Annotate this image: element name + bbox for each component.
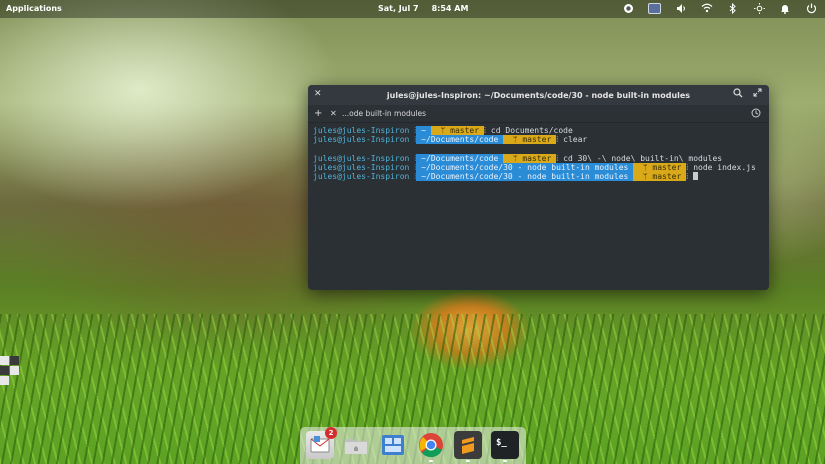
unread-badge: 2 [325, 427, 337, 439]
terminal-line: jules@jules-Inspiron ⁞ ~/Documents/code … [313, 135, 588, 145]
files-app-icon[interactable] [342, 431, 370, 459]
top-panel: Applications Sat, Jul 7 8:54 AM [0, 0, 825, 18]
mail-app-icon[interactable]: 2 [306, 427, 337, 459]
search-icon[interactable] [733, 88, 743, 101]
chrome-app-icon[interactable] [417, 431, 445, 462]
dock: 2 $_ [300, 427, 526, 464]
terminal-app-icon[interactable]: $_ [491, 431, 519, 462]
terminal-output[interactable]: jules@jules-Inspiron ⁞ ~ ᛘ master ⁞ cd D… [308, 123, 769, 184]
terminal-line: jules@jules-Inspiron ⁞ ~/Documents/code/… [313, 162, 756, 172]
tab-close-icon[interactable]: ✕ [330, 109, 338, 118]
bluetooth-icon[interactable] [727, 2, 739, 14]
tab-label[interactable]: ...ode built-in modules [342, 109, 426, 118]
terminal-line: jules@jules-Inspiron ⁞ ~/Documents/code/… [313, 171, 764, 181]
multitasking-view-icon[interactable] [379, 431, 407, 459]
sublime-text-icon[interactable] [454, 431, 482, 462]
terminal-line: jules@jules-Inspiron ⁞ ~ ᛘ master ⁞ cd D… [313, 126, 573, 135]
ubuntu-icon[interactable] [622, 2, 634, 14]
indicator-area [622, 2, 817, 14]
desktop-widget[interactable] [0, 356, 20, 390]
brightness-icon[interactable] [753, 2, 765, 14]
panel-date: Sat, Jul 7 [378, 4, 419, 13]
terminal-line: jules@jules-Inspiron ⁞ ~/Documents/code … [313, 153, 723, 163]
terminal-window[interactable]: ✕ jules@jules-Inspiron: ~/Documents/code… [308, 85, 769, 290]
tab-bar: + ✕ ...ode built-in modules [308, 105, 769, 123]
maximize-icon[interactable] [753, 88, 762, 100]
wifi-icon[interactable] [701, 2, 713, 14]
new-tab-icon[interactable]: + [314, 108, 324, 119]
history-icon[interactable] [751, 108, 761, 121]
panel-time: 8:54 AM [431, 4, 469, 13]
panel-clock[interactable]: Sat, Jul 7 8:54 AM [378, 4, 468, 13]
applications-menu[interactable]: Applications [6, 4, 62, 13]
terminal-cursor [693, 171, 699, 180]
close-icon[interactable]: ✕ [314, 89, 322, 99]
window-titlebar[interactable]: ✕ jules@jules-Inspiron: ~/Documents/code… [308, 85, 769, 105]
volume-icon[interactable] [675, 2, 687, 14]
notifications-icon[interactable] [779, 2, 791, 14]
display-icon[interactable] [648, 2, 661, 14]
window-title: jules@jules-Inspiron: ~/Documents/code/3… [386, 90, 691, 100]
power-icon[interactable] [805, 2, 817, 14]
